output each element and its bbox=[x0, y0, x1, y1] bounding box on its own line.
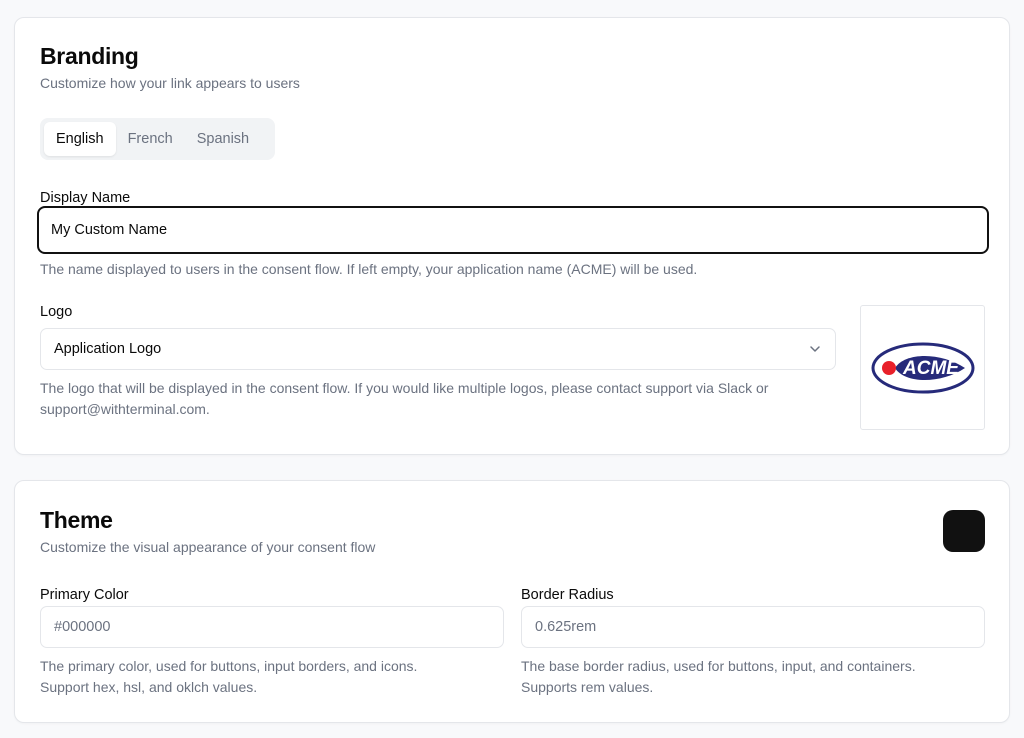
tab-spanish[interactable]: Spanish bbox=[185, 122, 261, 156]
language-tabs: English French Spanish bbox=[40, 118, 275, 160]
theme-color-swatch bbox=[943, 510, 985, 552]
primary-color-label: Primary Color bbox=[40, 587, 129, 603]
border-radius-help-line1: The base border radius, used for buttons… bbox=[521, 658, 916, 674]
branding-card: Branding Customize how your link appears… bbox=[14, 17, 1010, 455]
logo-help: The logo that will be displayed in the c… bbox=[40, 378, 840, 420]
chevron-down-icon bbox=[808, 342, 822, 356]
logo-label: Logo bbox=[40, 304, 73, 320]
tab-french[interactable]: French bbox=[116, 122, 185, 156]
acme-logo-text: ACME bbox=[902, 358, 960, 379]
logo-select[interactable]: Application Logo bbox=[40, 328, 836, 370]
primary-color-help-line1: The primary color, used for buttons, inp… bbox=[40, 658, 418, 674]
theme-card: Theme Customize the visual appearance of… bbox=[14, 480, 1010, 723]
border-radius-help-line2: Supports rem values. bbox=[521, 679, 654, 695]
primary-color-input[interactable] bbox=[40, 606, 504, 648]
border-radius-help: The base border radius, used for buttons… bbox=[521, 656, 916, 698]
display-name-help: The name displayed to users in the conse… bbox=[40, 261, 698, 277]
display-name-input[interactable] bbox=[37, 206, 989, 254]
logo-help-line1: The logo that will be displayed in the c… bbox=[40, 380, 769, 396]
acme-logo: ACME bbox=[871, 342, 974, 393]
border-radius-label: Border Radius bbox=[521, 587, 614, 603]
logo-help-line2: support@withterminal.com. bbox=[40, 401, 210, 417]
logo-preview: ACME bbox=[860, 305, 985, 430]
border-radius-input[interactable] bbox=[521, 606, 985, 648]
tab-english[interactable]: English bbox=[44, 122, 116, 156]
primary-color-help: The primary color, used for buttons, inp… bbox=[40, 656, 417, 698]
display-name-label: Display Name bbox=[40, 190, 131, 206]
branding-subtitle: Customize how your link appears to users bbox=[40, 75, 300, 91]
theme-title: Theme bbox=[40, 507, 113, 533]
branding-title: Branding bbox=[40, 43, 139, 69]
theme-subtitle: Customize the visual appearance of your … bbox=[40, 539, 376, 555]
primary-color-help-line2: Support hex, hsl, and oklch values. bbox=[40, 679, 258, 695]
logo-select-value: Application Logo bbox=[54, 341, 162, 357]
